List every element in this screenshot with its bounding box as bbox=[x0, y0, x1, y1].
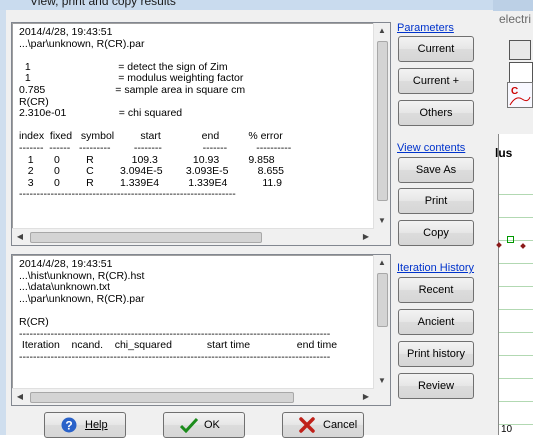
results-text: 2014/4/28, 19:43:51 ...\par\unknown, R(CR… bbox=[19, 26, 292, 201]
scroll-right-arrow-icon[interactable]: ▶ bbox=[358, 389, 374, 405]
scroll-up-arrow-icon[interactable]: ▲ bbox=[374, 255, 390, 271]
current-button[interactable]: Current bbox=[398, 36, 474, 62]
ok-label: OK bbox=[204, 419, 220, 431]
plot-gridlines bbox=[499, 172, 533, 432]
review-button[interactable]: Review bbox=[398, 373, 474, 399]
dialog-titlebar[interactable]: View, print and copy results bbox=[0, 0, 493, 10]
results-line: ------- ------ --------- -------- ------… bbox=[19, 141, 292, 154]
scroll-corner bbox=[374, 389, 390, 405]
toolbar-window-icon[interactable] bbox=[509, 62, 533, 84]
results-line: 2 0 C 3.094E-5 3.093E-5 8.655 bbox=[19, 165, 284, 178]
results-dialog: View, print and copy results 2014/4/28, … bbox=[0, 0, 493, 438]
save-as-button[interactable]: Save As bbox=[398, 157, 474, 183]
print-history-button[interactable]: Print history bbox=[398, 341, 474, 367]
svg-text:?: ? bbox=[65, 419, 72, 433]
scroll-left-arrow-icon[interactable]: ◀ bbox=[12, 389, 28, 405]
history-line: R(CR) bbox=[19, 315, 49, 328]
help-label: Help bbox=[85, 419, 108, 431]
ok-button[interactable]: OK bbox=[163, 412, 245, 438]
current-plus-button[interactable]: Current + bbox=[398, 68, 474, 94]
horizontal-scrollbar[interactable]: ◀ ▶ bbox=[12, 228, 374, 245]
scroll-corner bbox=[374, 229, 390, 245]
ancient-button[interactable]: Ancient bbox=[398, 309, 474, 335]
history-text: 2014/4/28, 19:43:51 ...\hist\unknown, R(C… bbox=[19, 258, 338, 363]
vertical-scrollbar[interactable]: ▲ ▼ bbox=[373, 255, 390, 389]
parameters-link[interactable]: Parameters bbox=[397, 22, 454, 34]
scroll-thumb[interactable] bbox=[377, 273, 388, 327]
help-icon: ? bbox=[61, 417, 77, 433]
history-line: Iteration ncand. chi_squared start time … bbox=[19, 339, 338, 352]
scroll-right-arrow-icon[interactable]: ▶ bbox=[358, 229, 374, 245]
results-line: 2014/4/28, 19:43:51 bbox=[19, 26, 113, 38]
toolbar-chart-icon[interactable]: C bbox=[507, 82, 533, 108]
results-line: 0.785 = sample area in square cm bbox=[19, 83, 246, 96]
copy-button[interactable]: Copy bbox=[398, 220, 474, 246]
cancel-label: Cancel bbox=[323, 419, 358, 431]
view-contents-link[interactable]: View contents bbox=[397, 142, 465, 154]
results-textbox[interactable]: 2014/4/28, 19:43:51 ...\par\unknown, R(CR… bbox=[11, 22, 391, 246]
scroll-thumb[interactable] bbox=[377, 41, 388, 201]
iteration-history-link[interactable]: Iteration History bbox=[397, 262, 474, 274]
checkmark-icon bbox=[179, 417, 199, 434]
others-button[interactable]: Others bbox=[398, 100, 474, 126]
recent-button[interactable]: Recent bbox=[398, 277, 474, 303]
scroll-thumb[interactable] bbox=[30, 232, 262, 243]
toolbar-window-icon[interactable] bbox=[509, 40, 531, 60]
scroll-left-arrow-icon[interactable]: ◀ bbox=[12, 229, 28, 245]
plot-axis-label: 10 bbox=[501, 424, 513, 435]
scroll-up-arrow-icon[interactable]: ▲ bbox=[374, 23, 390, 39]
history-line bbox=[19, 305, 337, 317]
plot-marker bbox=[507, 236, 514, 243]
results-line: ----------------------------------------… bbox=[19, 188, 236, 201]
dialog-title: View, print and copy results bbox=[30, 0, 176, 8]
plot-label: lus bbox=[495, 146, 513, 160]
history-line: ...\par\unknown, R(CR).par bbox=[19, 292, 145, 305]
scroll-down-arrow-icon[interactable]: ▼ bbox=[374, 213, 390, 229]
close-x-icon bbox=[299, 417, 315, 433]
history-line: ----------------------------------------… bbox=[19, 350, 331, 363]
background-app-window: electri C lus 10 bbox=[493, 0, 533, 435]
results-line: 2.310e-01 = chi squared bbox=[19, 107, 183, 120]
scroll-down-arrow-icon[interactable]: ▼ bbox=[374, 373, 390, 389]
history-textbox[interactable]: 2014/4/28, 19:43:51 ...\hist\unknown, R(C… bbox=[11, 254, 391, 406]
history-line: 2014/4/28, 19:43:51 bbox=[19, 258, 113, 270]
results-line: ...\par\unknown, R(CR).par bbox=[19, 37, 145, 50]
background-titlebar bbox=[493, 0, 533, 11]
help-button[interactable]: ? Help bbox=[44, 412, 126, 438]
horizontal-scrollbar[interactable]: ◀ ▶ bbox=[12, 388, 374, 405]
scroll-thumb[interactable] bbox=[30, 392, 294, 403]
print-button[interactable]: Print bbox=[398, 188, 474, 214]
cancel-button[interactable]: Cancel bbox=[282, 412, 364, 438]
svg-text:C: C bbox=[511, 86, 518, 97]
background-title: electri bbox=[499, 12, 532, 26]
vertical-scrollbar[interactable]: ▲ ▼ bbox=[373, 23, 390, 229]
